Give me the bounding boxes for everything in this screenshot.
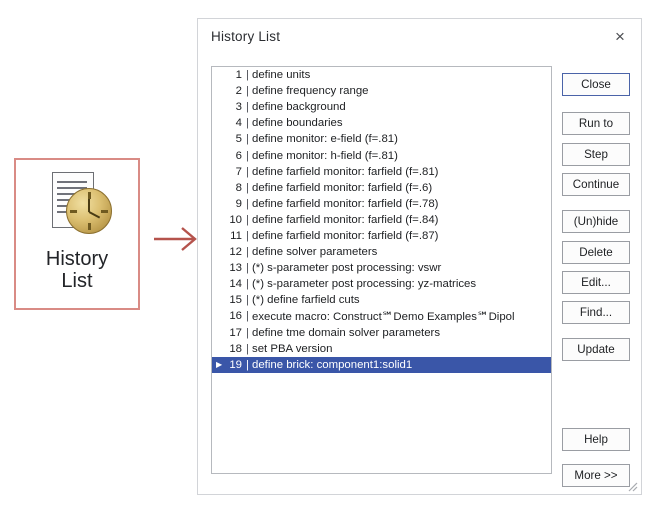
list-item-label: define farfield monitor: farfield (f=.6) (252, 181, 433, 194)
close-button[interactable]: Close (562, 73, 630, 96)
history-list-dialog: History List × 1 | define units 2 | define fr… (197, 18, 642, 495)
page-title: History List (211, 29, 281, 44)
list-item-index: 12 (229, 246, 242, 259)
history-list-icon-card[interactable]: History List (14, 158, 140, 310)
icon-card-label-line2: List (61, 270, 93, 293)
list-item-label: define background (252, 101, 346, 114)
clock-icon (66, 188, 112, 234)
list-item-index: 19 (229, 358, 242, 371)
list-item[interactable]: 12 | define solver parameters (212, 244, 551, 260)
list-item[interactable]: 5 | define monitor: e-field (f=.81) (212, 131, 551, 147)
list-item-index: 14 (229, 278, 242, 291)
list-item[interactable]: 4 | define boundaries (212, 115, 551, 131)
delete-button[interactable]: Delete (562, 241, 630, 264)
list-item-label: define frequency range (252, 85, 369, 98)
list-item-label: define boundaries (252, 117, 343, 130)
list-item-index: 6 (235, 149, 242, 162)
unhide-button[interactable]: (Un)hide (562, 210, 630, 233)
list-item[interactable]: 2 | define frequency range (212, 83, 551, 99)
step-button[interactable]: Step (562, 143, 630, 166)
continue-button[interactable]: Continue (562, 173, 630, 196)
list-item-index: 3 (235, 101, 242, 114)
list-item-index: 1 (235, 69, 242, 82)
list-item[interactable]: 10 | define farfield monitor: farfield (f=… (212, 212, 551, 228)
list-item[interactable]: 1 | define units (212, 67, 551, 83)
list-item-label: set PBA version (252, 342, 333, 355)
list-item-label: define monitor: h-field (f=.81) (252, 149, 398, 162)
run-to-button[interactable]: Run to (562, 112, 630, 135)
list-item-label: (*) s-parameter post processing: vswr (252, 262, 442, 275)
list-item-label: (*) define farfield cuts (252, 294, 360, 307)
list-item-label: define monitor: e-field (f=.81) (252, 133, 398, 146)
list-item-index: 2 (235, 85, 242, 98)
list-item-index: 4 (235, 117, 242, 130)
list-item-label: define farfield monitor: farfield (f=.87… (252, 229, 439, 242)
list-item[interactable]: 7 | define farfield monitor: farfield (f=.… (212, 164, 551, 180)
list-item[interactable]: 13 | (*) s-parameter post processing: vswr (212, 260, 551, 276)
clock-tick (88, 192, 91, 199)
list-item[interactable]: 11 | define farfield monitor: farfield (f=… (212, 228, 551, 244)
list-item[interactable]: 15 | (*) define farfield cuts (212, 292, 551, 308)
list-item-index: 5 (235, 133, 242, 146)
list-item-index: 10 (229, 213, 242, 226)
list-item[interactable]: 9 | define farfield monitor: farfield (f=.… (212, 196, 551, 212)
list-item-index: 11 (230, 229, 242, 242)
help-button[interactable]: Help (562, 428, 630, 451)
clock-tick (70, 210, 77, 213)
close-icon[interactable]: × (607, 25, 633, 49)
list-item-label: define solver parameters (252, 246, 378, 259)
dialog-titlebar: History List × (198, 19, 641, 59)
edit-button[interactable]: Edit... (562, 271, 630, 294)
icon-card-label: History List (46, 248, 108, 293)
list-item-label: define farfield monitor: farfield (f=.84… (252, 213, 439, 226)
clock-minute-hand (88, 211, 101, 219)
document-line (57, 181, 87, 183)
list-item-index: 17 (229, 326, 242, 339)
clock-tick (88, 223, 91, 230)
clock-tick (101, 210, 108, 213)
list-item-label: define brick: component1:solid1 (252, 358, 413, 371)
list-item[interactable]: 19|define brick: component1:solid1 (212, 356, 551, 373)
list-item-index: 15 (229, 294, 242, 307)
list-item-label: define tme domain solver parameters (252, 326, 441, 339)
list-item[interactable]: 14 | (*) s-parameter post processing: yz-m… (212, 276, 551, 292)
find-button[interactable]: Find... (562, 301, 630, 324)
update-button[interactable]: Update (562, 338, 630, 361)
list-item[interactable]: 3 | define background (212, 99, 551, 115)
list-item[interactable]: 6 | define monitor: h-field (f=.81) (212, 147, 551, 163)
current-position-marker-icon (216, 360, 225, 369)
list-item-index: 16 (229, 310, 242, 323)
list-item-index: 7 (235, 165, 242, 178)
more-button[interactable]: More >> (562, 464, 630, 487)
list-item-index: 9 (235, 197, 242, 210)
list-item-label: execute macro: Construct℠Demo Examples℠D… (252, 311, 515, 324)
list-item[interactable]: 8 | define farfield monitor: farfield (f=.… (212, 180, 551, 196)
list-item-index: 18 (229, 342, 242, 355)
list-item[interactable]: 17 | define tme domain solver parameters (212, 325, 551, 341)
history-listbox[interactable]: 1 | define units 2 | define frequency range 3 |… (211, 66, 552, 474)
list-item[interactable]: 16 | execute macro: Construct℠Demo Example… (212, 308, 551, 324)
history-list-icon (38, 170, 116, 242)
list-item[interactable]: 18 | set PBA version (212, 341, 551, 357)
list-item-index: 8 (235, 181, 242, 194)
list-item-label: define units (252, 69, 311, 82)
list-item-label: (*) s-parameter post processing: yz-matr… (252, 278, 477, 291)
list-item-index: 13 (229, 262, 242, 275)
icon-card-label-line1: History (45, 248, 109, 270)
list-item-label: define farfield monitor: farfield (f=.78… (252, 197, 439, 210)
list-item-label: define farfield monitor: farfield (f=.81… (252, 165, 439, 178)
